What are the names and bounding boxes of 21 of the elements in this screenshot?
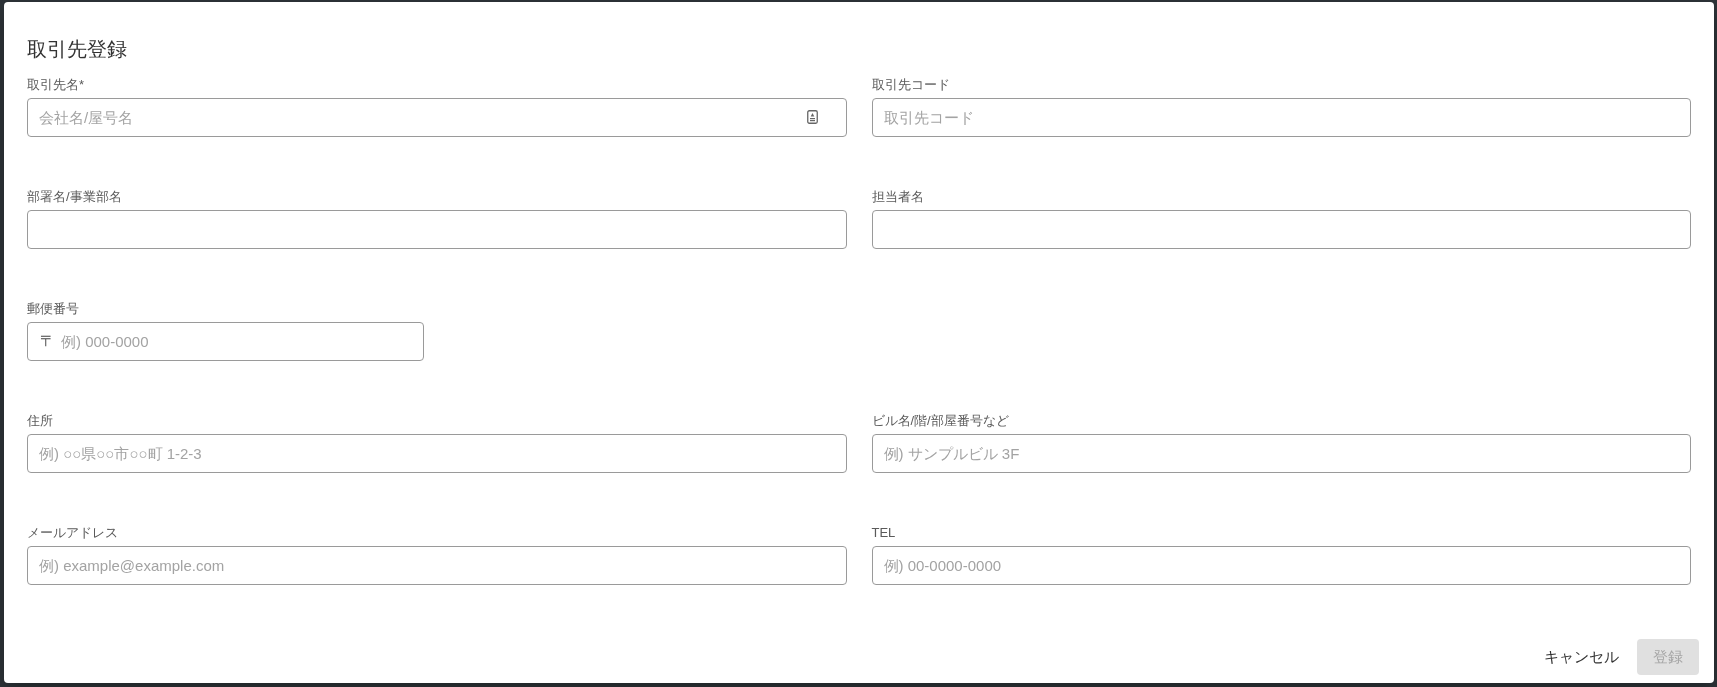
- field-label: 取引先コード: [871, 77, 950, 93]
- text-field[interactable]: 会社名/屋号名: [27, 98, 847, 137]
- field-label: 住所: [27, 413, 53, 429]
- dialog-title: 取引先登録: [27, 37, 127, 61]
- field-label: 部署名/事業部名: [27, 189, 122, 205]
- cancel-button[interactable]: キャンセル: [1532, 639, 1631, 675]
- text-field[interactable]: [871, 210, 1691, 249]
- text-field[interactable]: 取引先コード: [871, 98, 1691, 137]
- text-field[interactable]: 例) サンプルビル 3F: [871, 434, 1691, 473]
- field-label: 担当者名: [871, 189, 924, 205]
- field-label: 取引先名*: [27, 77, 85, 93]
- contact-card-icon[interactable]: [806, 110, 818, 124]
- text-field[interactable]: [27, 210, 847, 249]
- text-field[interactable]: 例) ○○県○○市○○町 1-2-3: [27, 434, 847, 473]
- text-field[interactable]: 例) 00-0000-0000: [871, 546, 1691, 585]
- field-label: メールアドレス: [27, 525, 118, 541]
- field-label: 郵便番号: [27, 301, 79, 317]
- field-label: TEL: [871, 525, 896, 541]
- field-label: ビル名/階/部屋番号など: [871, 413, 1009, 429]
- text-field[interactable]: 例) example@example.com: [27, 546, 847, 585]
- postal-mark: 〒: [40, 332, 55, 350]
